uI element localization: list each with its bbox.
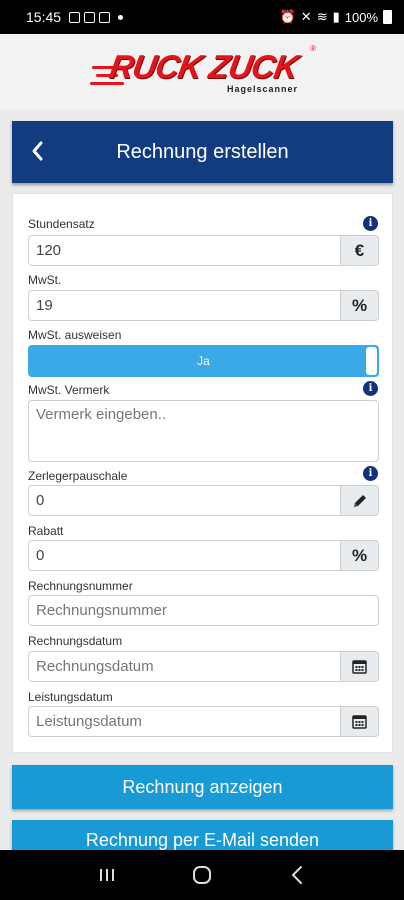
chevron-left-icon[interactable] [26,139,50,163]
rechnungsdatum-label: Rechnungsdatum [28,634,123,648]
mwst-vermerk-label: MwSt. Vermerk [28,383,110,397]
logo-subtitle: Hagelscanner [226,84,298,94]
battery-icon [383,10,392,24]
status-time: 15:45 [26,9,62,25]
zerlegerpauschale-input[interactable]: 0 [28,485,341,516]
stundensatz-label: Stundensatz [28,217,95,231]
logo-registered-mark: ® [310,44,316,53]
system-nav-bar [0,850,404,900]
app-logo: RUCK ZUCK Hagelscanner ® [90,44,322,98]
calendar-icon[interactable] [341,651,379,682]
invoice-form: Stundensatz i 120 € MwSt. 19 % MwSt. aus… [12,193,393,753]
rechnung-email-button[interactable]: Rechnung per E-Mail senden [12,820,393,850]
mwst-ausweisen-toggle[interactable]: Ja [28,345,379,377]
rechnungsnummer-input[interactable]: Rechnungsnummer [28,595,379,626]
notification-icon [84,11,96,23]
toggle-value: Ja [197,354,210,368]
rechnungsdatum-input[interactable]: Rechnungsdatum [28,651,341,682]
rechnung-anzeigen-button[interactable]: Rechnung anzeigen [12,765,393,809]
alarm-icon: ⏰ [279,9,296,24]
mwst-label: MwSt. [28,273,62,287]
pencil-icon[interactable] [341,485,379,516]
stundensatz-input[interactable]: 120 [28,235,341,266]
recent-apps-icon[interactable] [87,855,127,895]
percent-addon: % [341,540,379,571]
rabatt-label: Rabatt [28,524,64,538]
euro-addon: € [341,235,379,266]
mwst-vermerk-textarea[interactable]: Vermerk eingeben.. [28,400,379,462]
toggle-knob [366,347,377,375]
mwst-ausweisen-label: MwSt. ausweisen [28,328,122,342]
battery-level: 100% [344,9,378,25]
leistungsdatum-input[interactable]: Leistungsdatum [28,706,341,737]
status-bar: 15:45 ⏰ ✕ ≋ ▮ 100% [0,0,404,34]
logo-bar: RUCK ZUCK Hagelscanner ® [0,34,404,110]
percent-addon: % [341,290,379,321]
wifi-icon: ≋ [316,9,328,24]
info-icon[interactable]: i [363,381,378,396]
page-header: Rechnung erstellen [12,121,393,183]
more-notifications-icon [118,14,124,20]
signal-icon: ▮ [332,9,340,24]
calendar-icon[interactable] [341,706,379,737]
rechnungsnummer-label: Rechnungsnummer [28,579,133,593]
mwst-input[interactable]: 19 [28,290,341,321]
mute-icon: ✕ [300,9,312,24]
home-icon[interactable] [182,855,222,895]
leistungsdatum-label: Leistungsdatum [28,690,113,704]
gallery-icon [69,11,81,23]
back-icon[interactable] [277,855,317,895]
logo-brand: RUCK ZUCK [106,48,301,85]
info-icon[interactable]: i [363,466,378,481]
message-icon [99,11,111,23]
rabatt-input[interactable]: 0 [28,540,341,571]
zerlegerpauschale-label: Zerlegerpauschale [28,469,128,483]
info-icon[interactable]: i [363,216,378,231]
page-title: Rechnung erstellen [116,140,289,163]
